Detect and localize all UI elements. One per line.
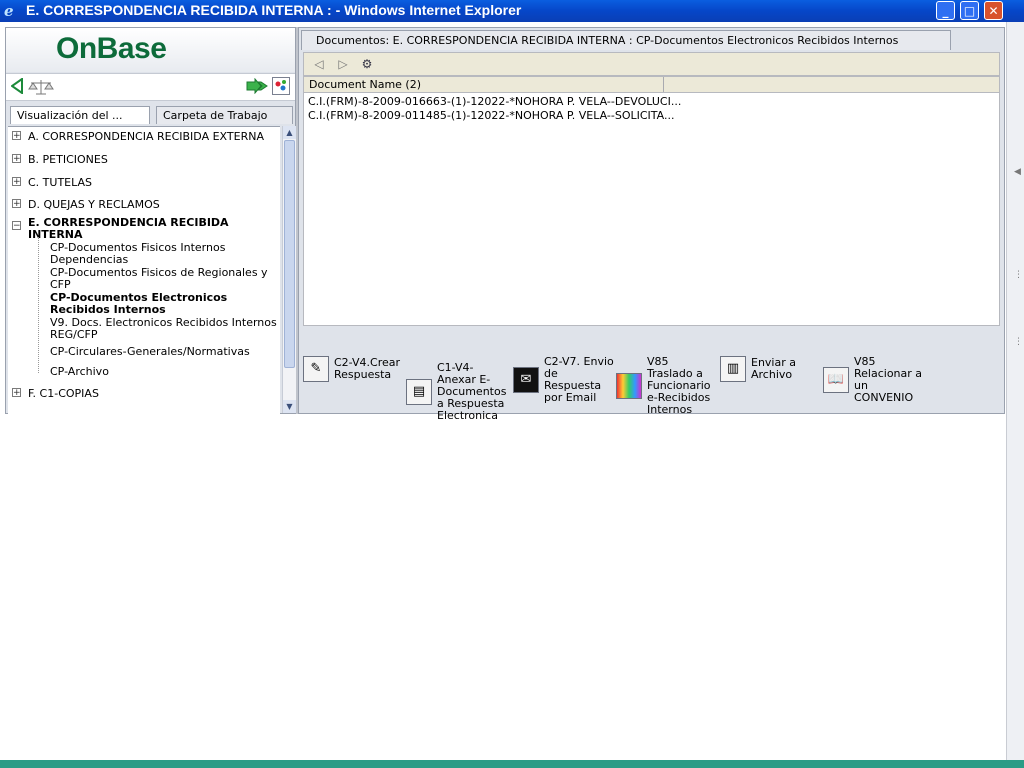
prev-icon[interactable]: ◁ [310,56,328,72]
right-panel: Documentos: E. CORRESPONDENCIA RECIBIDA … [298,27,1005,422]
action-traslado-funcionario[interactable]: V85 Traslado a Funcionario e-Recibidos I… [616,356,717,416]
action-crear-respuesta[interactable]: ✎ C2-V4.Crear Respuesta [303,356,404,382]
grip-icon: ⋮ [1014,270,1023,280]
action-label: Enviar a Archivo [751,356,796,381]
column-document-name[interactable]: Document Name (2) [304,77,664,92]
right-edge-scrollbar[interactable]: ◀ ⋮ ⋮ [1006,22,1024,762]
document-nav-toolbar: ◁ ▷ ⚙ [303,52,1000,76]
expand-icon[interactable]: + [12,154,21,164]
tree-node[interactable]: D. QUEJAS Y RECLAMOS [28,199,160,211]
collapse-icon[interactable]: − [12,221,21,231]
tree-child[interactable]: V9. Docs. Electronicos Recibidos Interno… [50,317,280,341]
scroll-down-icon[interactable]: ▼ [283,400,296,413]
tree-child[interactable]: CP-Documentos Fisicos Internos Dependenc… [50,242,280,266]
onbase-logo: OnBase [6,28,295,72]
expand-icon[interactable]: + [12,131,21,141]
expand-icon[interactable]: + [12,388,21,398]
expand-icon[interactable]: + [12,177,21,187]
action-buttons: ✎ C2-V4.Crear Respuesta ▤ C1-V4-Anexar E… [303,328,1000,422]
grip-icon: ⋮ [1014,337,1023,347]
action-label: C2-V7. Envio de Respuesta por Email [544,355,614,404]
left-panel: OnBase Visualización del ... Carpeta de … [5,27,296,414]
action-label: V85 Relacionar a un CONVENIO [854,355,923,404]
taskbar-strip [0,760,1024,768]
next-icon[interactable]: ▷ [334,56,352,72]
tree-node[interactable]: A. CORRESPONDENCIA RECIBIDA EXTERNA [28,131,264,143]
documents-tab[interactable]: Documentos: E. CORRESPONDENCIA RECIBIDA … [301,30,951,50]
tree-node[interactable]: B. PETICIONES [28,154,108,166]
logo-text: OnBase [56,32,167,65]
tab-visualizacion[interactable]: Visualización del ... [10,106,150,124]
archive-icon: ▥ [720,356,746,382]
action-enviar-archivo[interactable]: ▥ Enviar a Archivo [720,356,821,382]
action-relacionar-convenio[interactable]: 📖 V85 Relacionar a un CONVENIO [823,356,924,404]
attach-icon: ▤ [406,379,432,405]
back-arrow-icon[interactable] [11,78,23,94]
ie-logo-icon: e [4,2,14,20]
expand-icon[interactable]: + [12,199,21,209]
window-title: E. CORRESPONDENCIA RECIBIDA INTERNA : - … [26,2,522,18]
tab-carpeta-trabajo[interactable]: Carpeta de Trabajo [156,106,293,124]
tree-node-selected-folder[interactable]: E. CORRESPONDENCIA RECIBIDA INTERNA [28,217,260,241]
document-list-header: Document Name (2) [303,76,1000,93]
action-label: C2-V4.Crear Respuesta [334,356,401,381]
settings-panel-icon[interactable] [272,77,290,95]
minimize-button[interactable]: _ [936,1,955,20]
tree-scrollbar[interactable]: ▲ ▼ [282,126,296,413]
transfer-icon [616,373,642,399]
tree-child[interactable]: CP-Archivo [50,366,280,378]
email-icon: ✉ [513,367,539,393]
action-label: C1-V4-Anexar E-Documentos a Respuesta El… [437,361,507,422]
window-titlebar: e E. CORRESPONDENCIA RECIBIDA INTERNA : … [0,0,1024,22]
scales-icon[interactable] [28,78,54,96]
tree-node[interactable]: C. TUTELAS [28,177,92,189]
left-tabs: Visualización del ... Carpeta de Trabajo [6,106,295,126]
tree-child-selected[interactable]: CP-Documentos Electronicos Recibidos Int… [50,292,280,316]
action-envio-email[interactable]: ✉ C2-V7. Envio de Respuesta por Email [513,356,614,404]
scroll-thumb[interactable] [284,140,295,368]
tree-guide-line [38,237,40,373]
pencil-icon: ✎ [303,356,329,382]
action-label: V85 Traslado a Funcionario e-Recibidos I… [647,355,711,416]
scroll-up-icon[interactable]: ▲ [283,126,296,139]
document-list: C.I.(FRM)-8-2009-016663-(1)-12022-*NOHOR… [303,93,1000,326]
tree-node[interactable]: F. C1-COPIAS [28,388,99,400]
tree-child[interactable]: CP-Circulares-Generales/Normativas [50,346,280,358]
action-anexar-documentos[interactable]: ▤ C1-V4-Anexar E-Documentos a Respuesta … [406,362,507,422]
table-row[interactable]: C.I.(FRM)-8-2009-016663-(1)-12022-*NOHOR… [308,95,681,108]
maximize-button[interactable]: □ [960,1,979,20]
folder-tree: + A. CORRESPONDENCIA RECIBIDA EXTERNA + … [8,126,280,414]
left-toolbar [6,73,295,101]
forward-arrow-icon[interactable] [246,78,268,94]
book-icon: 📖 [823,367,849,393]
table-row[interactable]: C.I.(FRM)-8-2009-011485-(1)-12022-*NOHOR… [308,109,675,122]
gear-icon[interactable]: ⚙ [358,56,376,72]
tree-child[interactable]: CP-Documentos Fisicos de Regionales y CF… [50,267,280,291]
close-button[interactable]: ✕ [984,1,1003,20]
collapse-arrow-icon[interactable]: ◀ [1014,167,1021,177]
